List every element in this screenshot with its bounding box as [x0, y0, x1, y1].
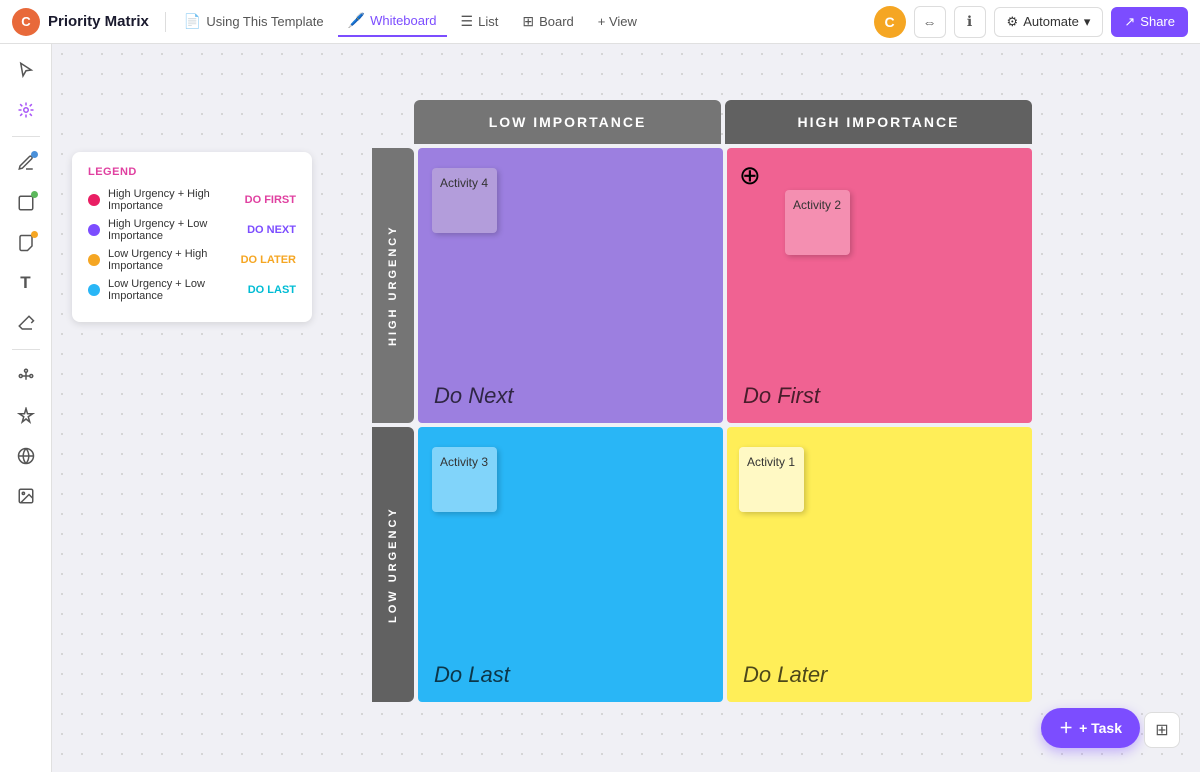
top-navigation: C Priority Matrix 📄 Using This Template … [0, 0, 1200, 44]
user-avatar[interactable]: C [874, 6, 906, 38]
legend-label-do-later: Low Urgency + High Importance [108, 248, 233, 272]
board-icon: ⊞ [522, 13, 534, 30]
template-icon: 📄 [184, 13, 201, 30]
whiteboard-icon: 🖊️ [348, 12, 365, 29]
row-label-high-urgency: HIGH URGENCY [372, 148, 414, 423]
app-title: Priority Matrix [48, 13, 149, 30]
grid-icon: ⊞ [1155, 720, 1168, 740]
automate-icon: ⚙ [1007, 14, 1019, 30]
globe-tool[interactable] [8, 438, 44, 474]
main-layout: T LEGEND High Urgency + High Importance … [0, 44, 1200, 772]
legend-dot-do-next [88, 224, 100, 236]
cursor-tool[interactable] [8, 52, 44, 88]
app-logo: C [12, 8, 40, 36]
row-label-low-urgency: LOW URGENCY [372, 427, 414, 702]
quadrant-do-later[interactable]: Activity 1 Do Later [727, 427, 1032, 702]
legend-label-do-next: High Urgency + Low Importance [108, 218, 239, 242]
automate-button[interactable]: ⚙ Automate ▾ [994, 7, 1104, 37]
quadrant-do-first[interactable]: ⊕ Activity 2 Do First [727, 148, 1032, 423]
ai-tool[interactable] [8, 92, 44, 128]
matrix-column-headers: LOW IMPORTANCE HIGH IMPORTANCE [414, 100, 1032, 144]
legend-item-do-last: Low Urgency + Low Importance DO LAST [88, 278, 296, 302]
image-tool[interactable] [8, 478, 44, 514]
quadrant-do-next[interactable]: Activity 4 Do Next [418, 148, 723, 423]
legend-action-do-first: DO FIRST [245, 194, 296, 206]
plus-icon: ＋ [1059, 718, 1073, 738]
matrix-body: HIGH URGENCY LOW URGENCY Activity 4 Do N… [372, 148, 1032, 702]
col-header-low-importance: LOW IMPORTANCE [414, 100, 721, 144]
legend-action-do-later: DO LATER [241, 254, 296, 266]
tab-board[interactable]: ⊞ Board [512, 7, 583, 36]
connect-tool[interactable] [8, 358, 44, 394]
left-toolbar: T [0, 44, 52, 772]
quadrant-do-last[interactable]: Activity 3 Do Last [418, 427, 723, 702]
sticky-activity3[interactable]: Activity 3 [432, 447, 497, 512]
priority-matrix: LOW IMPORTANCE HIGH IMPORTANCE HIGH URGE… [372, 100, 1032, 750]
pen-tool[interactable] [8, 145, 44, 181]
text-tool[interactable]: T [8, 265, 44, 301]
chevron-down-icon: ▾ [1084, 14, 1091, 30]
tab-add-view[interactable]: + View [588, 8, 647, 35]
legend-item-do-later: Low Urgency + High Importance DO LATER [88, 248, 296, 272]
quadrant-label-do-later: Do Later [743, 662, 827, 688]
topnav-right-actions: C ⇔ ℹ ⚙ Automate ▾ ↗ Share [874, 6, 1188, 38]
toolbar-separator-1 [12, 136, 40, 137]
col-header-high-importance: HIGH IMPORTANCE [725, 100, 1032, 144]
toolbar-separator-2 [12, 349, 40, 350]
matrix-row-labels: HIGH URGENCY LOW URGENCY [372, 148, 414, 702]
shape-tool[interactable] [8, 185, 44, 221]
matrix-grid: Activity 4 Do Next ⊕ Activity 2 Do First [418, 148, 1032, 702]
legend-label-do-last: Low Urgency + Low Importance [108, 278, 240, 302]
quadrant-label-do-last: Do Last [434, 662, 510, 688]
add-task-button[interactable]: ＋ + Task [1041, 708, 1140, 748]
sticky-tool[interactable] [8, 225, 44, 261]
legend-action-do-next: DO NEXT [247, 224, 296, 236]
sticky-activity1[interactable]: Activity 1 [739, 447, 804, 512]
legend-title: LEGEND [88, 166, 296, 178]
sticky-activity4[interactable]: Activity 4 [432, 168, 497, 233]
nav-separator [165, 12, 166, 32]
legend-dot-do-later [88, 254, 100, 266]
legend-panel: LEGEND High Urgency + High Importance DO… [72, 152, 312, 322]
legend-label-do-first: High Urgency + High Importance [108, 188, 237, 212]
legend-dot-do-first [88, 194, 100, 206]
sticky-activity2[interactable]: Activity 2 [785, 190, 850, 255]
magic-tool[interactable] [8, 398, 44, 434]
quadrant-label-do-next: Do Next [434, 383, 513, 409]
canvas-area[interactable]: LEGEND High Urgency + High Importance DO… [52, 44, 1200, 772]
share-icon: ↗ [1124, 14, 1135, 30]
alert-icon: ⊕ [739, 160, 761, 191]
eraser-tool[interactable] [8, 305, 44, 341]
info-icon[interactable]: ℹ [954, 6, 986, 38]
legend-dot-do-last [88, 284, 100, 296]
tab-using-template[interactable]: 📄 Using This Template [174, 7, 334, 36]
legend-item-do-first: High Urgency + High Importance DO FIRST [88, 188, 296, 212]
grid-view-button[interactable]: ⊞ [1144, 712, 1180, 748]
tab-list[interactable]: ☰ List [451, 7, 509, 36]
share-button[interactable]: ↗ Share [1111, 7, 1188, 37]
tab-whiteboard[interactable]: 🖊️ Whiteboard [338, 6, 447, 37]
expand-icon[interactable]: ⇔ [914, 6, 946, 38]
legend-item-do-next: High Urgency + Low Importance DO NEXT [88, 218, 296, 242]
quadrant-label-do-first: Do First [743, 383, 820, 409]
list-icon: ☰ [461, 13, 474, 30]
legend-action-do-last: DO LAST [248, 284, 296, 296]
